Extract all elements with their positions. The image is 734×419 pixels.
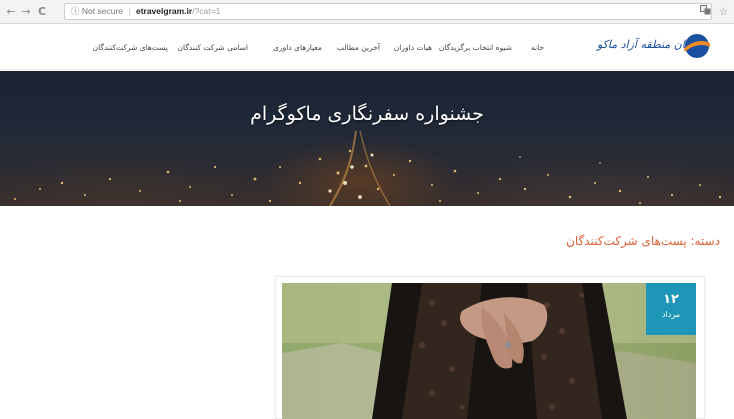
- nav-item-judging-criteria[interactable]: معیارهای داوری: [273, 43, 322, 52]
- nav-item-latest-posts[interactable]: آخرین مطالب: [337, 43, 380, 52]
- post-featured-image[interactable]: [282, 283, 696, 419]
- post-date-badge: ۱۲ مرداد: [646, 283, 696, 335]
- post-date-day: ۱۲: [663, 292, 679, 307]
- info-icon[interactable]: ⓘ: [71, 6, 80, 16]
- url-host: etravelgram.ir: [135, 6, 193, 16]
- nav-item-home[interactable]: خانه: [531, 43, 544, 52]
- address-bar[interactable]: ⓘ Not secure | etravelgram.ir/?cat=1: [64, 3, 712, 20]
- site-header: سازمان منطقه آزاد ماکو خانه شیوه انتخاب …: [0, 24, 734, 70]
- hero-title: جشنواره سفرنگاری ماکوگرام: [250, 103, 484, 125]
- logo-mark-icon: [684, 34, 710, 58]
- browser-toolbar: ← → C ⓘ Not secure | etravelgram.ir/?cat…: [0, 0, 734, 24]
- address-separator: |: [128, 6, 131, 16]
- site-logo[interactable]: سازمان منطقه آزاد ماکو: [597, 30, 711, 64]
- post-date-month: مرداد: [661, 310, 681, 319]
- back-icon[interactable]: ←: [5, 5, 17, 18]
- reload-icon[interactable]: C: [36, 5, 48, 18]
- url-path: /?cat=1: [192, 6, 221, 16]
- post-photo: [282, 283, 696, 419]
- hero-night-city-image: [14, 130, 722, 206]
- forward-icon[interactable]: →: [20, 5, 32, 18]
- translate-icon[interactable]: [699, 5, 714, 18]
- category-heading: دسته: پست‌های شرکت‌کنندگان: [566, 234, 720, 248]
- nav-item-selection-method[interactable]: شیوه انتخاب برگزیدگان: [439, 43, 512, 52]
- security-label: Not secure: [81, 6, 123, 16]
- hero-banner: جشنواره سفرنگاری ماکوگرام: [0, 71, 734, 206]
- nav-item-participants[interactable]: اسامی شرکت کنندگان: [178, 43, 248, 52]
- nav-item-participant-posts[interactable]: پست‌های شرکت‌کنندگان: [93, 43, 168, 52]
- bookmark-star-icon[interactable]: ☆: [719, 7, 728, 18]
- nav-item-jury[interactable]: هیات داوران: [394, 43, 432, 52]
